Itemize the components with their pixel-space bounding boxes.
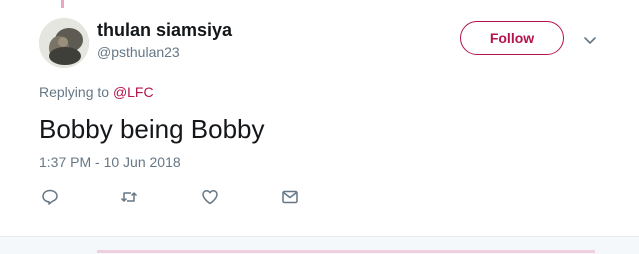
reply-icon[interactable] (41, 188, 59, 206)
user-names: thulan siamsiya @psthulan23 (97, 19, 232, 61)
tweet-timestamp[interactable]: 1:37 PM - 10 Jun 2018 (39, 154, 181, 170)
user-handle[interactable]: @psthulan23 (97, 43, 232, 61)
thread-connector-line (61, 0, 64, 8)
follow-button[interactable]: Follow (460, 21, 564, 55)
chevron-down-icon[interactable] (582, 32, 598, 48)
replying-to-prefix: Replying to (39, 84, 110, 100)
replying-to-line: Replying to @LFC (39, 84, 154, 100)
tweet-text: Bobby being Bobby (39, 114, 265, 144)
envelope-icon[interactable] (281, 188, 299, 206)
heart-icon[interactable] (201, 188, 219, 206)
replying-to-mention[interactable]: @LFC (113, 84, 154, 100)
retweet-icon[interactable] (120, 188, 138, 206)
avatar[interactable] (39, 18, 89, 68)
display-name[interactable]: thulan siamsiya (97, 19, 232, 41)
